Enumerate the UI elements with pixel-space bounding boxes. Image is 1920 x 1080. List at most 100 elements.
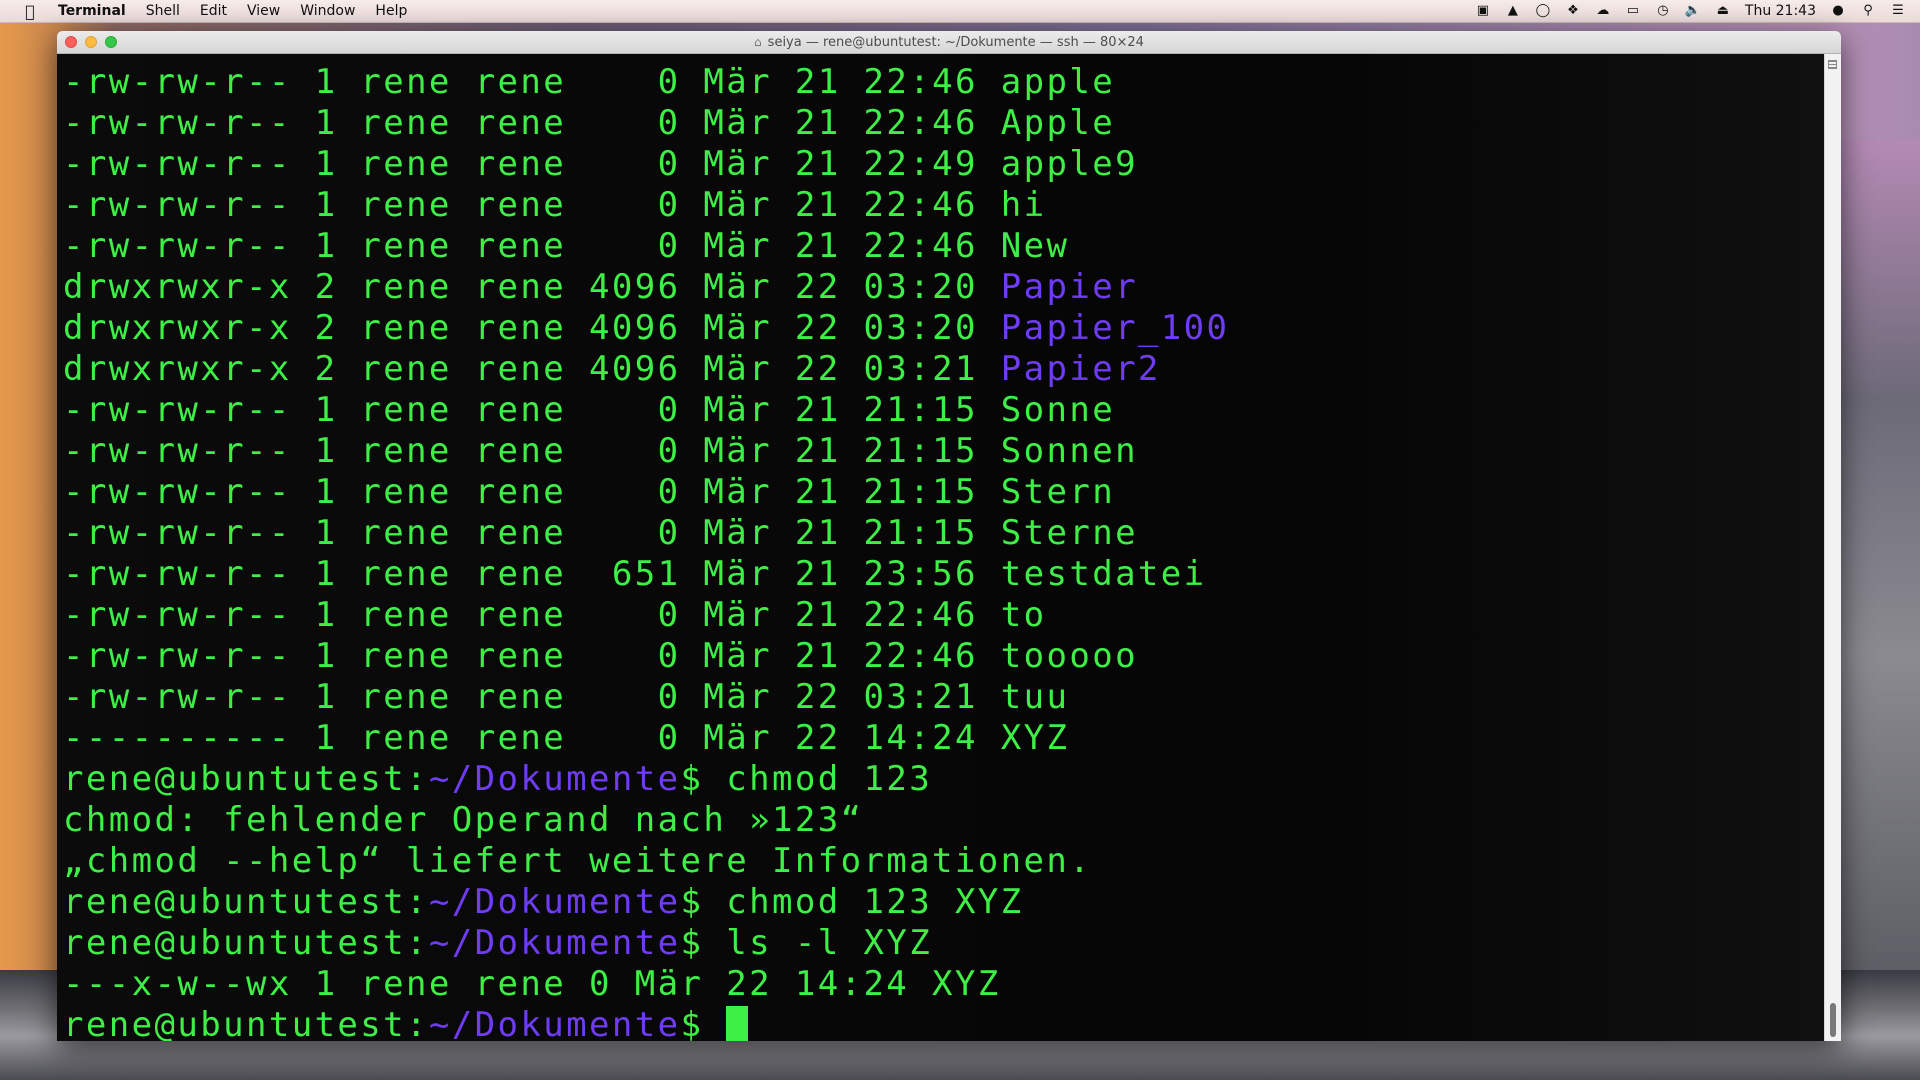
window-titlebar[interactable]: ⌂ seiya — rene@ubuntutest: ~/Dokumente —… xyxy=(57,31,1841,54)
camera-icon[interactable]: ▣ xyxy=(1475,4,1491,18)
spotlight-icon[interactable]: ⚲ xyxy=(1860,4,1876,18)
volume-icon[interactable]: 🔈 xyxy=(1685,4,1701,18)
group: rene xyxy=(474,472,567,512)
owner: rene xyxy=(360,595,452,635)
listing-row: drwxrwxr-x 2 rene rene 4096 Mär 22 03:21… xyxy=(63,349,1825,390)
modified-date: Mär 21 22:46 xyxy=(703,636,978,676)
prompt-sign: $ xyxy=(680,882,704,922)
owner: rene xyxy=(360,103,452,143)
dropbox-icon[interactable]: ❖ xyxy=(1565,4,1581,18)
menu-edit[interactable]: Edit xyxy=(200,0,227,22)
file-size: 0 xyxy=(589,226,681,266)
group: rene xyxy=(474,103,567,143)
listing-row: -rw-rw-r-- 1 rene rene 0 Mär 21 21:15 So… xyxy=(63,431,1825,472)
link-count: 1 xyxy=(314,554,338,594)
terminal-window: ⌂ seiya — rene@ubuntutest: ~/Dokumente —… xyxy=(57,31,1841,1041)
file-size: 0 xyxy=(589,62,681,102)
link-count: 2 xyxy=(314,349,338,389)
menu-app-terminal[interactable]: Terminal xyxy=(58,0,126,22)
time-machine-icon[interactable]: ◷ xyxy=(1655,4,1671,18)
group: rene xyxy=(474,308,567,348)
owner: rene xyxy=(360,144,452,184)
display-icon[interactable]: ▭ xyxy=(1625,4,1641,18)
file-size: 0 xyxy=(589,185,681,225)
permissions: -rw-rw-r-- xyxy=(63,513,292,553)
link-count: 1 xyxy=(314,718,338,758)
output-text: „chmod --help“ liefert weitere Informati… xyxy=(63,841,1093,881)
owner: rene xyxy=(360,718,452,758)
group: rene xyxy=(474,185,567,225)
prompt-line: rene@ubuntutest:~/Dokumente$ chmod 123 X… xyxy=(63,882,1024,922)
owner: rene xyxy=(360,62,452,102)
split-pane-handle[interactable] xyxy=(1828,60,1837,69)
link-count: 1 xyxy=(314,390,338,430)
link-count: 1 xyxy=(314,636,338,676)
vertical-scrollbar[interactable] xyxy=(1824,54,1841,1041)
file-size: 0 xyxy=(589,144,681,184)
listing-row: drwxrwxr-x 2 rene rene 4096 Mär 22 03:20… xyxy=(63,267,1825,308)
file-name: New xyxy=(1000,226,1070,266)
link-count: 1 xyxy=(314,144,338,184)
apple-menu-icon[interactable]:  xyxy=(18,2,42,21)
menu-bar:  Terminal Shell Edit View Window Help ▣… xyxy=(0,0,1920,23)
modified-date: Mär 21 21:15 xyxy=(703,472,978,512)
modified-date: Mär 22 03:21 xyxy=(703,677,978,717)
zoom-button[interactable] xyxy=(105,36,117,48)
listing-row: -rw-rw-r-- 1 rene rene 0 Mär 21 21:15 St… xyxy=(63,513,1825,554)
owner: rene xyxy=(360,554,452,594)
file-name: hi xyxy=(1000,185,1047,225)
listing-row: -rw-rw-r-- 1 rene rene 0 Mär 21 22:46 hi xyxy=(63,185,1825,226)
file-size: 0 xyxy=(589,390,681,430)
link-count: 1 xyxy=(314,677,338,717)
link-count: 2 xyxy=(314,308,338,348)
listing-row: -rw-rw-r-- 1 rene rene 0 Mär 21 22:46 to xyxy=(63,595,1825,636)
file-size: 4096 xyxy=(589,349,681,389)
minimize-button[interactable] xyxy=(85,36,97,48)
traffic-lights xyxy=(65,36,117,48)
modified-date: Mär 21 22:46 xyxy=(703,185,978,225)
owner: rene xyxy=(360,390,452,430)
file-size: 0 xyxy=(589,718,681,758)
owner: rene xyxy=(360,349,452,389)
cloud-icon[interactable]: ☁ xyxy=(1595,4,1611,18)
link-count: 2 xyxy=(314,267,338,307)
menu-shell[interactable]: Shell xyxy=(146,0,180,22)
menu-help[interactable]: Help xyxy=(375,0,407,22)
listing-row: ---------- 1 rene rene 0 Mär 22 14:24 XY… xyxy=(63,718,1825,759)
command-text: chmod 123 XYZ xyxy=(703,882,1024,922)
prompt-path: ~/Dokumente xyxy=(428,882,681,922)
menu-view[interactable]: View xyxy=(247,0,280,22)
prompt-user-host: rene@ubuntutest xyxy=(63,882,407,922)
listing-row: -rw-rw-r-- 1 rene rene 0 Mär 21 22:49 ap… xyxy=(63,144,1825,185)
close-button[interactable] xyxy=(65,36,77,48)
modified-date: Mär 21 22:46 xyxy=(703,595,978,635)
permissions: drwxrwxr-x xyxy=(63,308,292,348)
prompt-user-host: rene@ubuntutest xyxy=(63,923,407,963)
onepassword-icon[interactable]: ◯ xyxy=(1535,4,1551,18)
eject-icon[interactable]: ⏏ xyxy=(1715,4,1731,18)
modified-date: Mär 21 22:46 xyxy=(703,62,978,102)
terminal-content[interactable]: -rw-rw-r-- 1 rene rene 0 Mär 21 22:46 ap… xyxy=(57,54,1825,1041)
drive-icon[interactable]: ▲ xyxy=(1505,4,1521,18)
user-icon[interactable]: ● xyxy=(1830,4,1846,18)
output-line: „chmod --help“ liefert weitere Informati… xyxy=(63,841,1825,882)
modified-date: Mär 22 03:20 xyxy=(703,267,978,307)
prompt-sign: $ xyxy=(680,1005,704,1041)
scrollbar-thumb[interactable] xyxy=(1830,1003,1836,1037)
prompt-sign: $ xyxy=(680,923,704,963)
modified-date: Mär 22 03:21 xyxy=(703,349,978,389)
notification-center-icon[interactable]: ☰ xyxy=(1890,4,1906,18)
permissions: -rw-rw-r-- xyxy=(63,226,292,266)
file-name: testdatei xyxy=(1000,554,1207,594)
group: rene xyxy=(474,144,567,184)
menubar-clock[interactable]: Thu 21:43 xyxy=(1745,3,1816,19)
group: rene xyxy=(474,62,567,102)
desktop-rock-right xyxy=(1840,140,1920,1000)
link-count: 1 xyxy=(314,595,338,635)
file-name: Stern xyxy=(1000,472,1116,512)
file-name: to xyxy=(1000,595,1047,635)
listing-row: -rw-rw-r-- 1 rene rene 0 Mär 22 03:21 tu… xyxy=(63,677,1825,718)
menu-window[interactable]: Window xyxy=(300,0,355,22)
output-text: chmod: fehlender Operand nach »123“ xyxy=(63,800,864,840)
file-size: 0 xyxy=(589,103,681,143)
